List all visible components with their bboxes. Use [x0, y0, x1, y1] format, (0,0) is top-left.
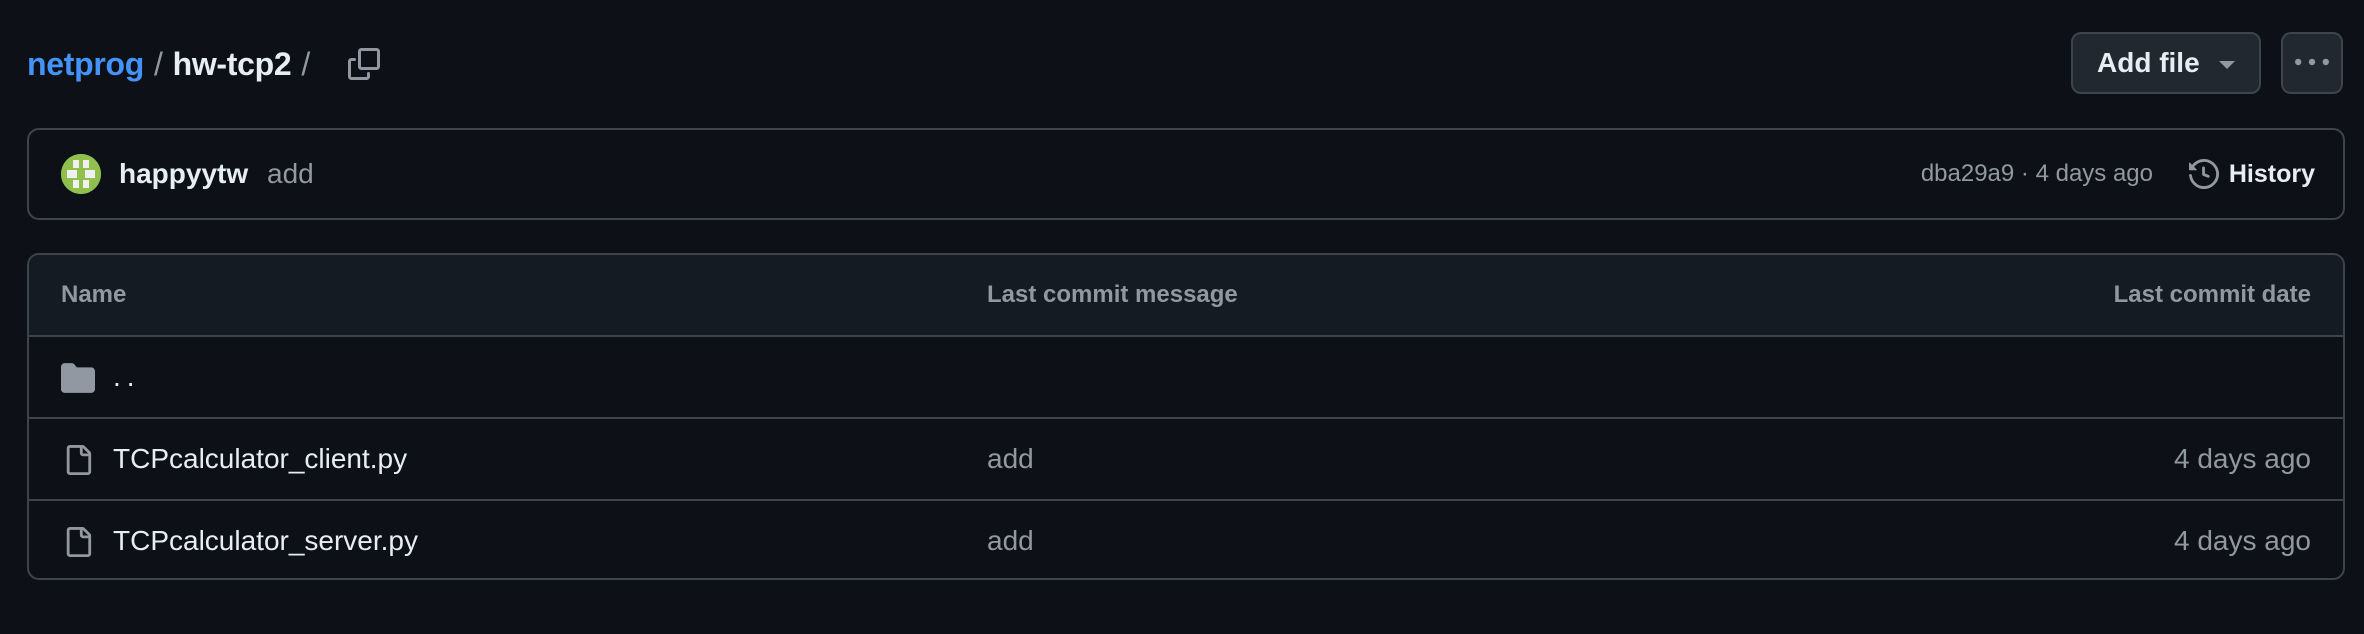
add-file-button[interactable]: Add file — [2071, 32, 2261, 94]
file-navigation-header: netprog / hw-tcp2 / Add file — [27, 30, 2345, 98]
file-name-link[interactable]: TCPcalculator_server.py — [113, 501, 418, 578]
column-header-name: Name — [61, 281, 127, 308]
table-row[interactable]: TCPcalculator_client.py add 4 days ago — [29, 419, 2343, 501]
breadcrumb-separator: / — [154, 45, 163, 82]
latest-commit-box: happyytw add dba29a9 · 4 days ago Histor… — [27, 128, 2345, 220]
breadcrumb-owner-link[interactable]: netprog — [27, 46, 144, 83]
breadcrumb-trailing-separator: / — [301, 45, 310, 82]
breadcrumb-current-directory: hw-tcp2 — [172, 45, 292, 82]
column-header-last-commit-date: Last commit date — [2113, 281, 2311, 308]
more-options-button[interactable] — [2281, 32, 2343, 94]
avatar-identicon — [61, 154, 101, 194]
commit-author-link[interactable]: happyytw — [119, 130, 248, 218]
copy-icon — [347, 48, 380, 80]
copy-path-button[interactable] — [340, 40, 388, 88]
file-commit-message-link[interactable]: add — [987, 501, 1034, 578]
file-icon — [61, 525, 95, 559]
table-row-parent-directory[interactable]: .. — [29, 337, 2343, 419]
table-header: Name Last commit message Last commit dat… — [29, 255, 2343, 337]
breadcrumb: netprog / hw-tcp2 / — [27, 30, 388, 98]
file-commit-message-link[interactable]: add — [987, 419, 1034, 499]
commit-relative-time: 4 days ago — [2035, 160, 2153, 187]
avatar[interactable] — [61, 154, 101, 194]
file-commit-date: 4 days ago — [2174, 443, 2311, 474]
commit-meta: dba29a9 · 4 days ago — [1921, 130, 2153, 218]
chevron-down-icon — [2219, 61, 2235, 69]
history-icon — [2188, 159, 2219, 189]
commit-sha-link[interactable]: dba29a9 — [1921, 160, 2014, 187]
file-icon — [61, 443, 95, 477]
file-list-table: Name Last commit message Last commit dat… — [27, 253, 2345, 580]
file-name-link[interactable]: TCPcalculator_client.py — [113, 419, 407, 499]
add-file-label: Add file — [2097, 47, 2200, 78]
folder-icon — [61, 361, 95, 395]
table-row[interactable]: TCPcalculator_server.py add 4 days ago — [29, 501, 2343, 578]
kebab-horizontal-icon — [2295, 58, 2329, 66]
commit-meta-separator: · — [2014, 160, 2036, 187]
parent-directory-link[interactable]: .. — [113, 337, 141, 417]
file-commit-date: 4 days ago — [2174, 525, 2311, 556]
history-button[interactable]: History — [2188, 144, 2315, 204]
commit-message-link[interactable]: add — [267, 130, 314, 218]
column-header-last-commit-message: Last commit message — [987, 281, 1238, 308]
history-label: History — [2228, 159, 2315, 188]
